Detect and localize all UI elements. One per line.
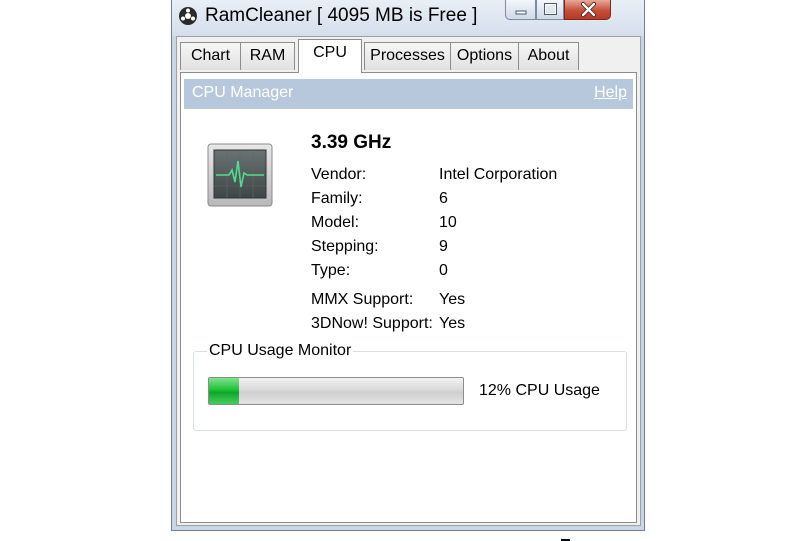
mmx-support-label: MMX Support: (311, 291, 414, 308)
stepping-label: Stepping: (311, 238, 379, 255)
3dnow-support-label: 3DNow! Support: (311, 315, 433, 332)
window-title: RamCleaner [ 4095 MB is Free ] (205, 5, 478, 26)
model-label: Model: (311, 214, 360, 231)
close-icon (581, 2, 596, 17)
help-link[interactable]: Help (594, 84, 627, 102)
type-label: Type: (311, 262, 351, 279)
tab-processes[interactable]: Processes (364, 42, 451, 70)
tab-cpu[interactable]: CPU (298, 39, 362, 73)
family-value: 6 (439, 190, 448, 207)
cpu-panel: CPU Manager Help 3.39 GHz Vendor: Intel … (180, 72, 637, 541)
maximize-button[interactable] (536, 0, 564, 20)
minimize-icon (515, 10, 527, 15)
family-label: Family: (311, 190, 363, 207)
title-bar[interactable]: RamCleaner [ 4095 MB is Free ] (172, 0, 644, 36)
cpu-usage-group-title: CPU Usage Monitor (207, 342, 354, 360)
3dnow-support-value: Yes (439, 315, 466, 332)
tab-options[interactable]: Options (450, 42, 519, 70)
minimize-button[interactable] (505, 0, 536, 20)
panel-header: CPU Manager Help (184, 79, 633, 109)
stepping-value: 9 (439, 238, 448, 255)
app-window: RamCleaner [ 4095 MB is Free ] Chart RAM… (171, 0, 645, 541)
tab-ram[interactable]: RAM (240, 42, 295, 70)
vendor-value: Intel Corporation (439, 166, 558, 183)
tab-about[interactable]: About (518, 42, 579, 70)
cpu-frequency: 3.39 GHz (311, 132, 392, 153)
cpu-monitor-icon (207, 143, 273, 207)
vendor-label: Vendor: (311, 166, 367, 183)
app-icon (179, 7, 197, 25)
close-button[interactable] (564, 0, 611, 20)
cpu-usage-progress-bar (208, 377, 464, 405)
mmx-support-value: Yes (439, 291, 466, 308)
model-value: 10 (439, 214, 457, 231)
client-area: Chart RAM CPU Processes Options About CP… (176, 36, 641, 541)
maximize-icon (544, 3, 557, 15)
cpu-usage-progress-fill (209, 378, 240, 404)
panel-title: CPU Manager (192, 84, 294, 101)
type-value: 0 (439, 262, 448, 279)
tab-chart[interactable]: Chart (180, 42, 241, 70)
cpu-usage-text: 12% CPU Usage (479, 382, 600, 399)
